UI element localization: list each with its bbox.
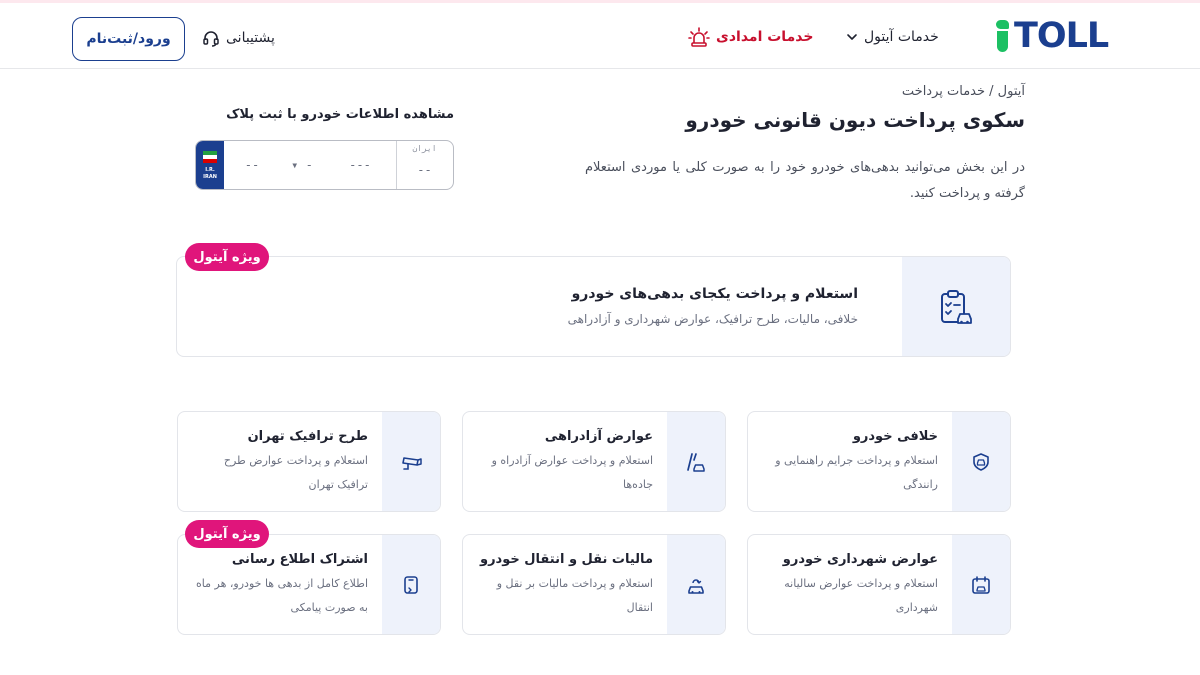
featured-icon-box — [902, 257, 1010, 356]
service-card-traffic-fines[interactable]: خلافی خودرو استعلام و پرداخت جرایم راهنم… — [747, 411, 1011, 512]
iran-flag-icon — [203, 151, 217, 163]
clipboard-car-icon — [936, 287, 976, 327]
service-title: طرح ترافیک تهران — [247, 429, 368, 444]
service-card-tehran-traffic-plan[interactable]: طرح ترافیک تهران استعلام و پرداخت عوارض … — [177, 411, 441, 512]
police-badge-icon — [971, 452, 991, 472]
itoll-logo[interactable]: TOLL — [994, 17, 1118, 55]
service-description: استعلام و پرداخت عوارض آزادراه و جاده‌ها — [491, 454, 653, 491]
service-title: خلافی خودرو — [852, 429, 938, 444]
special-badge: ویژه آیتول — [185, 520, 269, 548]
service-card-freeway-tolls[interactable]: عوارض آزادراهی استعلام و پرداخت عوارض آز… — [462, 411, 726, 512]
nav-support[interactable]: پشتیبانی — [202, 26, 275, 50]
service-description: استعلام و پرداخت جرایم راهنمایی و رانندگ… — [775, 454, 938, 491]
service-icon-box — [382, 412, 440, 511]
service-description: اطلاع کامل از بدهی ها خودرو، هر ماه به ص… — [196, 577, 368, 614]
nav-services-label: خدمات آیتول — [864, 29, 939, 45]
chevron-down-icon — [846, 31, 858, 43]
service-icon-box — [952, 535, 1010, 634]
plate-segment-two-digit[interactable]: -- — [224, 141, 280, 189]
siren-icon — [688, 26, 710, 48]
nav-emergency-services[interactable]: خدمات امدادی — [688, 25, 813, 49]
service-icon-box — [382, 535, 440, 634]
service-card-municipal-tolls[interactable]: عوارض شهرداری خودرو استعلام و پرداخت عوا… — [747, 534, 1011, 635]
logo-i-mark — [994, 18, 1012, 54]
plate-segment-letter[interactable]: ▾ - — [280, 141, 324, 189]
service-description: استعلام و پرداخت مالیات بر نقل و انتقال — [496, 577, 653, 614]
nav-emergency-label: خدمات امدادی — [716, 29, 814, 45]
plate-segment-three-digit[interactable]: --- — [324, 141, 396, 189]
service-card-transfer-tax[interactable]: مالیات نقل و انتقال خودرو استعلام و پردا… — [462, 534, 726, 635]
license-plate-input[interactable]: I.R. IRAN -- ▾ - --- ایران -- — [195, 140, 454, 190]
plate-iran-label: ایران — [412, 144, 437, 153]
service-title: اشتراک اطلاع رسانی — [231, 552, 368, 567]
plate-country-band: I.R. IRAN — [196, 141, 224, 189]
service-card-notification-subscription[interactable]: اشتراک اطلاع رسانی اطلاع کامل از بدهی ها… — [177, 534, 441, 635]
special-badge: ویژه آیتول — [185, 243, 269, 271]
plate-band-text: I.R. IRAN — [203, 167, 217, 180]
nav-services-menu[interactable]: خدمات آیتول — [846, 25, 939, 49]
featured-subtitle: خلافی، مالیات، طرح ترافیک، عوارض شهرداری… — [567, 312, 858, 326]
nav-support-label: پشتیبانی — [226, 30, 275, 46]
road-car-icon — [685, 451, 707, 473]
login-register-button[interactable]: ورود/ثبت‌نام — [72, 17, 185, 61]
service-icon-box — [952, 412, 1010, 511]
service-icon-box — [667, 535, 725, 634]
headset-icon — [202, 29, 220, 47]
featured-title: استعلام و پرداخت یکجای بدهی‌های خودرو — [571, 286, 858, 302]
page-title: سکوی پرداخت دیون قانونی خودرو — [685, 108, 1025, 132]
service-description: استعلام و پرداخت عوارض سالیانه شهرداری — [784, 577, 938, 614]
phone-notify-icon — [400, 574, 422, 596]
plate-region-value: -- — [417, 163, 432, 177]
breadcrumb[interactable]: آیتول / خدمات پرداخت — [902, 84, 1025, 99]
service-icon-box — [667, 412, 725, 511]
service-title: مالیات نقل و انتقال خودرو — [479, 552, 653, 567]
car-transfer-icon — [685, 574, 707, 596]
featured-all-debts-card[interactable]: استعلام و پرداخت یکجای بدهی‌های خودرو خل… — [176, 256, 1011, 357]
site-header: TOLL خدمات آیتول خدمات امدادی پشتیبانی و… — [0, 3, 1200, 69]
plate-segment-region[interactable]: ایران -- — [396, 141, 452, 189]
traffic-camera-icon — [400, 451, 422, 473]
calendar-car-icon — [970, 574, 992, 596]
plate-input-title: مشاهده اطلاعات خودرو با ثبت پلاک — [226, 107, 454, 122]
service-title: عوارض آزادراهی — [544, 429, 653, 444]
service-description: استعلام و پرداخت عوارض طرح ترافیک تهران — [223, 454, 368, 491]
service-title: عوارض شهرداری خودرو — [782, 552, 938, 567]
logo-wordmark: TOLL — [1014, 15, 1109, 56]
page-description: در این بخش می‌توانید بدهی‌های خودرو خود … — [585, 160, 1025, 201]
